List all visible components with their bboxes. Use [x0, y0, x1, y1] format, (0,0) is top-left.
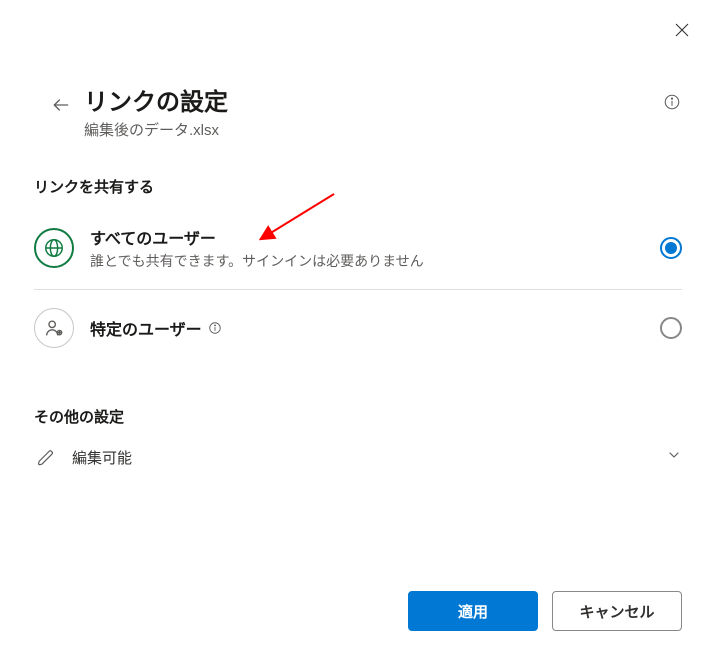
back-button[interactable] — [44, 88, 78, 122]
filename-label: 編集後のデータ.xlsx — [84, 119, 662, 140]
dialog-title: リンクの設定 — [84, 82, 662, 117]
share-section-label: リンクを共有する — [0, 140, 716, 207]
info-button[interactable] — [662, 92, 682, 112]
option-anyone-desc: 誰とでも共有できます。サインインは必要ありません — [90, 251, 660, 271]
dialog-header: リンクの設定 編集後のデータ.xlsx — [0, 0, 716, 140]
info-icon — [663, 93, 681, 111]
specific-info-button[interactable] — [208, 321, 223, 336]
close-button[interactable] — [670, 18, 694, 42]
permission-value: 編集可能 — [72, 447, 666, 468]
globe-icon — [34, 228, 74, 268]
share-options: すべてのユーザー 誰とでも共有できます。サインインは必要ありません 特定のユーザ… — [0, 207, 716, 366]
people-icon — [34, 308, 74, 348]
other-settings-label: その他の設定 — [34, 406, 682, 427]
pencil-icon — [34, 449, 58, 467]
permission-dropdown[interactable]: 編集可能 — [34, 437, 682, 478]
chevron-down-icon — [666, 447, 682, 468]
arrow-left-icon — [51, 95, 71, 115]
close-icon — [673, 21, 691, 39]
cancel-button[interactable]: キャンセル — [552, 591, 682, 631]
other-settings-section: その他の設定 編集可能 — [0, 366, 716, 478]
radio-anyone[interactable] — [660, 237, 682, 259]
option-anyone-title: すべてのユーザー — [90, 225, 660, 249]
info-icon — [208, 321, 222, 335]
option-anyone[interactable]: すべてのユーザー 誰とでも共有できます。サインインは必要ありません — [34, 207, 682, 289]
dialog-footer: 適用 キャンセル — [408, 591, 682, 631]
apply-button[interactable]: 適用 — [408, 591, 538, 631]
radio-specific[interactable] — [660, 317, 682, 339]
option-specific-title: 特定のユーザー — [90, 316, 202, 340]
option-specific[interactable]: 特定のユーザー — [34, 289, 682, 366]
